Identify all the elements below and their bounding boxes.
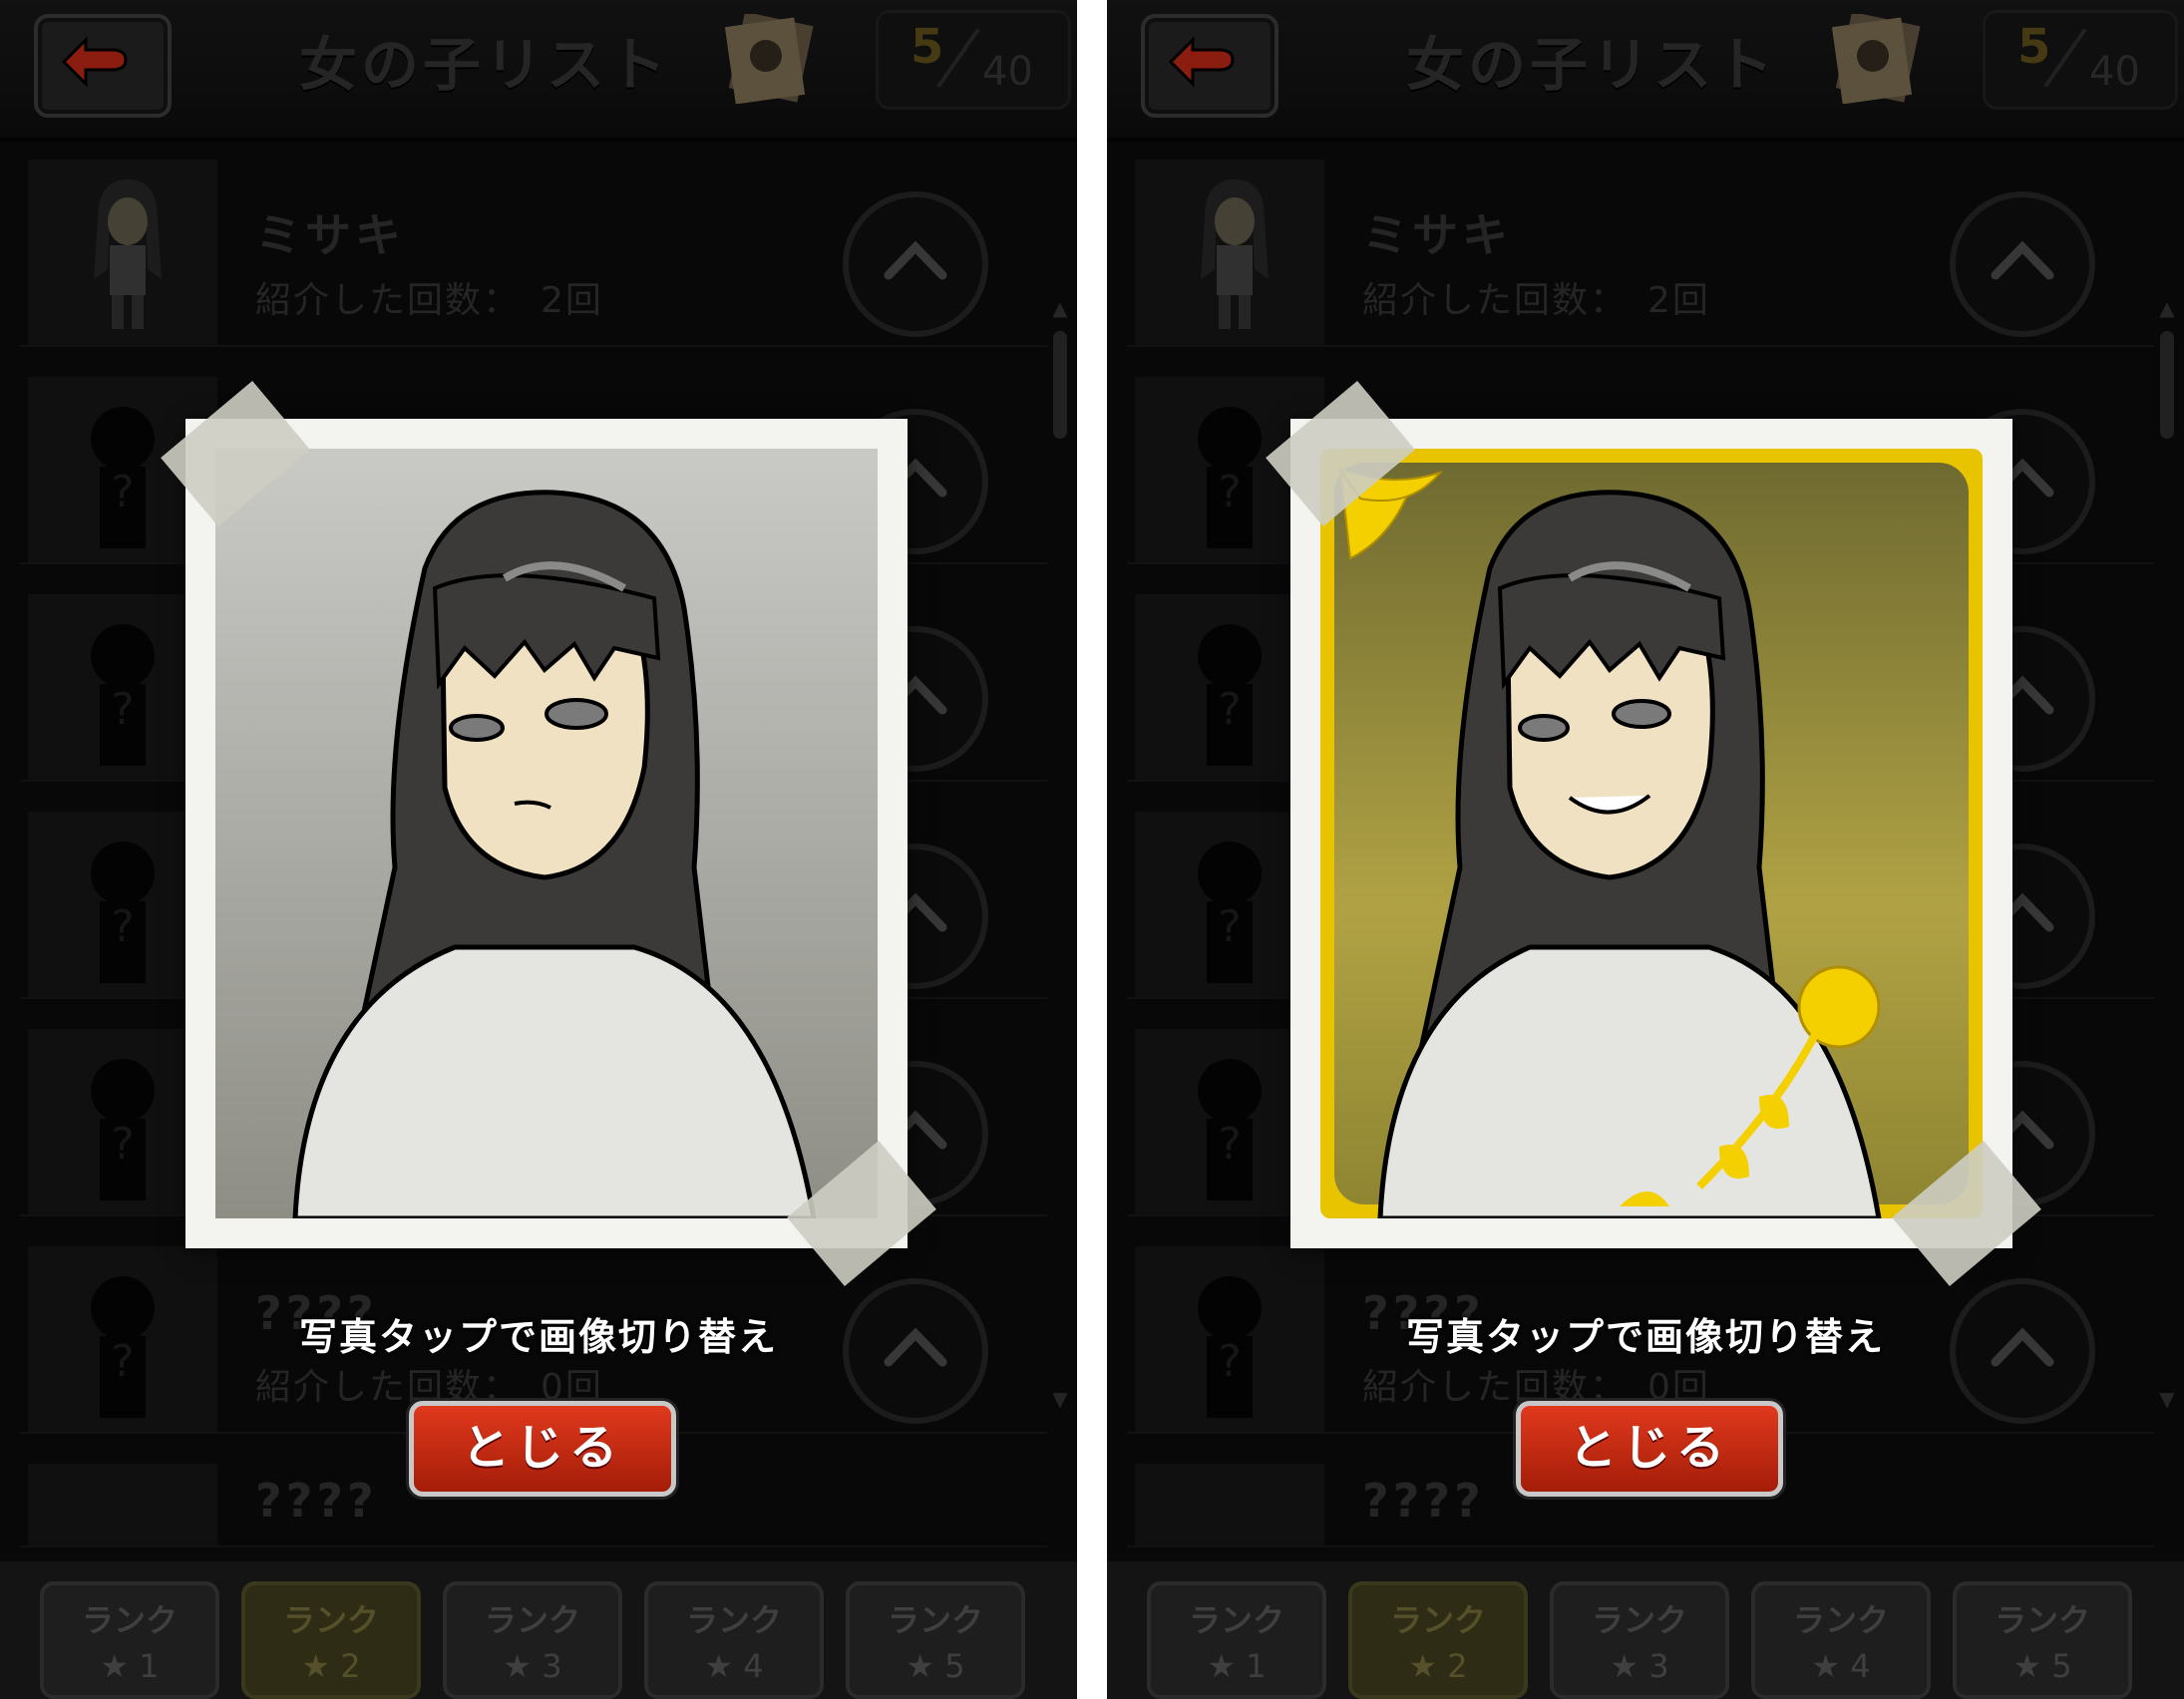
close-button[interactable]: とじる bbox=[409, 1401, 676, 1497]
close-button[interactable]: とじる bbox=[1516, 1401, 1783, 1497]
photo-image bbox=[215, 449, 878, 1218]
tab-label: ランク bbox=[1591, 1601, 1687, 1639]
tap-hint-text: 写真タップで画像切り替え bbox=[298, 1315, 778, 1359]
tab-star: ★ 4 bbox=[1811, 1647, 1871, 1685]
tab-label: ランク bbox=[282, 1601, 379, 1639]
tap-hint-text: 写真タップで画像切り替え bbox=[1405, 1315, 1885, 1359]
tab-label: ランク bbox=[484, 1601, 580, 1639]
tab-rank-1[interactable]: ランク ★ 1 bbox=[40, 1581, 219, 1699]
tab-star: ★ 1 bbox=[1207, 1647, 1267, 1685]
tab-rank-2[interactable]: ランク ★ 2 bbox=[241, 1581, 421, 1699]
tab-label: ランク bbox=[685, 1601, 782, 1639]
tab-star: ★ 2 bbox=[301, 1647, 361, 1685]
rank-tab-bar: ランク ★ 1 ランク ★ 2 ランク ★ 3 ランク ★ 4 ランク ★ 5 bbox=[1107, 1555, 2184, 1699]
tab-star: ★ 5 bbox=[906, 1647, 965, 1685]
rank-tab-bar: ランク ★ 1 ランク ★ 2 ランク ★ 3 ランク ★ 4 ランク ★ 5 bbox=[0, 1555, 1077, 1699]
photo-image bbox=[1320, 449, 1983, 1218]
tab-rank-3[interactable]: ランク ★ 3 bbox=[443, 1581, 622, 1699]
tab-rank-2[interactable]: ランク ★ 2 bbox=[1348, 1581, 1528, 1699]
tab-star: ★ 3 bbox=[1610, 1647, 1669, 1685]
tab-rank-4[interactable]: ランク ★ 4 bbox=[644, 1581, 824, 1699]
tab-label: ランク bbox=[81, 1601, 178, 1639]
tab-label: ランク bbox=[887, 1601, 983, 1639]
girl-photo-gold[interactable] bbox=[1266, 380, 2041, 1287]
tab-label: ランク bbox=[1188, 1601, 1284, 1639]
tab-rank-3[interactable]: ランク ★ 3 bbox=[1550, 1581, 1729, 1699]
screen-gold-photo: 女の子リスト 5 40 ミサキ 紹介した回数： 2回 ? ? ? ? ? ???… bbox=[1107, 0, 2184, 1699]
girl-photo[interactable] bbox=[161, 380, 936, 1287]
tab-rank-1[interactable]: ランク ★ 1 bbox=[1147, 1581, 1326, 1699]
tab-rank-4[interactable]: ランク ★ 4 bbox=[1751, 1581, 1931, 1699]
tab-label: ランク bbox=[1792, 1601, 1889, 1639]
tab-label: ランク bbox=[1994, 1601, 2090, 1639]
tab-star: ★ 1 bbox=[100, 1647, 160, 1685]
tab-star: ★ 3 bbox=[503, 1647, 562, 1685]
tab-star: ★ 2 bbox=[1408, 1647, 1468, 1685]
tab-star: ★ 4 bbox=[704, 1647, 764, 1685]
tab-star: ★ 5 bbox=[2012, 1647, 2072, 1685]
tab-rank-5[interactable]: ランク ★ 5 bbox=[1953, 1581, 2132, 1699]
screen-normal-photo: 女の子リスト 5 40 ミサキ 紹介した回数： 2回 ? ? ? ? ? ???… bbox=[0, 0, 1077, 1699]
tab-label: ランク bbox=[1389, 1601, 1486, 1639]
tab-rank-5[interactable]: ランク ★ 5 bbox=[846, 1581, 1025, 1699]
